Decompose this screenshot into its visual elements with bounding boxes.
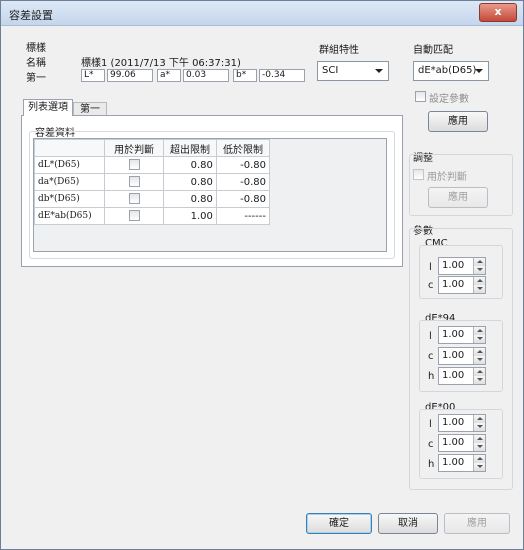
group-characteristic-value: SCI <box>322 65 339 76</box>
de94-c-spinner[interactable]: 1.00 <box>438 347 486 365</box>
cmc-l-label: l <box>429 262 432 273</box>
de00-h-value: 1.00 <box>442 457 465 468</box>
de00-c-spinner[interactable]: 1.00 <box>438 434 486 452</box>
tolerance-settings-dialog: 容差設置 x 標樣 名稱 標樣1 (2011/7/13 下午 06:37:31)… <box>0 0 524 550</box>
row-name: dL*(D65) <box>33 156 106 174</box>
set-params-label: 設定參數 <box>429 94 469 105</box>
lower-limit-cell[interactable]: -0.80 <box>215 156 271 174</box>
de00-h-label: h <box>428 459 435 470</box>
cmc-l-spinner[interactable]: 1.00 <box>438 257 486 275</box>
use-for-judge-checkbox[interactable] <box>128 193 140 204</box>
tolerance-table: 用於判斷 超出限制 低於限制 dL*(D65) 0.80 -0.80 da*(D… <box>33 139 271 225</box>
de94-c-value: 1.00 <box>442 350 465 361</box>
de94-l-spinner[interactable]: 1.00 <box>438 326 486 344</box>
de94-h-label: h <box>428 371 435 382</box>
cmc-c-value: 1.00 <box>442 279 465 290</box>
de00-l-value: 1.00 <box>442 417 465 428</box>
column-header-use-for-judge: 用於判斷 <box>104 139 165 157</box>
de94-l-label: l <box>429 331 432 342</box>
table-row[interactable]: dE*ab(D65) 1.00 ------ <box>33 207 271 225</box>
a-prefix: a* <box>157 69 181 82</box>
spin-down-icon[interactable] <box>473 285 485 293</box>
table-row[interactable]: da*(D65) 0.80 -0.80 <box>33 173 271 191</box>
spin-down-icon[interactable] <box>473 463 485 471</box>
cmc-c-spinner[interactable]: 1.00 <box>438 276 486 294</box>
use-for-judge-cell[interactable] <box>104 190 165 208</box>
row-name: da*(D65) <box>33 173 106 191</box>
use-for-judge-checkbox[interactable] <box>128 210 140 221</box>
group-characteristic-select[interactable]: SCI <box>317 61 389 81</box>
tab-first[interactable]: 第一 <box>73 102 107 116</box>
use-for-judge-cell[interactable] <box>104 173 165 191</box>
de94-h-value: 1.00 <box>442 370 465 381</box>
de00-l-label: l <box>429 419 432 430</box>
de00-c-value: 1.00 <box>442 437 465 448</box>
table-header-row: 用於判斷 超出限制 低於限制 <box>33 139 271 157</box>
l-value-field: 99.06 <box>107 69 153 82</box>
spin-down-icon[interactable] <box>473 266 485 274</box>
use-for-judge-checkbox[interactable] <box>413 169 424 180</box>
de94-l-value: 1.00 <box>442 329 465 340</box>
tab-list-options[interactable]: 列表選項 <box>23 99 73 116</box>
upper-limit-cell[interactable]: 0.80 <box>163 156 217 174</box>
title-bar[interactable]: 容差設置 x <box>1 1 523 26</box>
chevron-down-icon <box>475 69 483 73</box>
column-header-name <box>33 139 106 157</box>
group-characteristic-label: 群組特性 <box>319 45 359 56</box>
table-row[interactable]: dL*(D65) 0.80 -0.80 <box>33 156 271 174</box>
b-value-field: -0.34 <box>259 69 305 82</box>
ok-button[interactable]: 確定 <box>306 513 372 534</box>
name-label: 名稱 <box>26 58 46 69</box>
lower-limit-cell[interactable]: -0.80 <box>215 190 271 208</box>
set-params-checkbox[interactable] <box>415 91 426 102</box>
use-for-judge-checkbox[interactable] <box>128 159 140 170</box>
auto-match-value: dE*ab(D65) <box>418 65 477 76</box>
use-for-judge-cell[interactable] <box>104 207 165 225</box>
standard-name-value: 標樣1 (2011/7/13 下午 06:37:31) <box>81 58 241 69</box>
upper-limit-cell[interactable]: 1.00 <box>163 207 217 225</box>
column-header-lower-limit: 低於限制 <box>215 139 271 157</box>
cmc-l-value: 1.00 <box>442 260 465 271</box>
row-name: db*(D65) <box>33 190 106 208</box>
de94-c-label: c <box>428 351 434 362</box>
b-prefix: b* <box>233 69 257 82</box>
spin-down-icon[interactable] <box>473 423 485 431</box>
auto-match-label: 自動匹配 <box>413 45 453 56</box>
upper-limit-cell[interactable]: 0.80 <box>163 190 217 208</box>
use-for-judge-label: 用於判斷 <box>427 172 467 183</box>
de00-c-label: c <box>428 439 434 450</box>
l-prefix: L* <box>81 69 105 82</box>
de00-h-spinner[interactable]: 1.00 <box>438 454 486 472</box>
spin-down-icon[interactable] <box>473 443 485 451</box>
a-value-field: 0.03 <box>183 69 229 82</box>
de00-l-spinner[interactable]: 1.00 <box>438 414 486 432</box>
chevron-down-icon <box>375 69 383 73</box>
lower-limit-cell[interactable]: ------ <box>215 207 271 225</box>
apply-button[interactable]: 應用 <box>444 513 510 534</box>
tab-first-label: 第一 <box>80 104 100 115</box>
spin-down-icon[interactable] <box>473 376 485 384</box>
table-row[interactable]: db*(D65) 0.80 -0.80 <box>33 190 271 208</box>
cmc-c-label: c <box>428 280 434 291</box>
upper-limit-cell[interactable]: 0.80 <box>163 173 217 191</box>
spin-down-icon[interactable] <box>473 356 485 364</box>
column-header-upper-limit: 超出限制 <box>163 139 217 157</box>
use-for-judge-cell[interactable] <box>104 156 165 174</box>
de94-h-spinner[interactable]: 1.00 <box>438 367 486 385</box>
adjust-apply-button[interactable]: 應用 <box>428 187 488 208</box>
auto-match-select[interactable]: dE*ab(D65) <box>413 61 489 81</box>
cancel-button[interactable]: 取消 <box>378 513 438 534</box>
first-label: 第一 <box>26 73 46 84</box>
use-for-judge-checkbox[interactable] <box>128 176 140 187</box>
standard-group-label: 標樣 <box>26 43 46 54</box>
spin-down-icon[interactable] <box>473 335 485 343</box>
window-title: 容差設置 <box>9 9 53 22</box>
tab-list-options-label: 列表選項 <box>28 102 68 113</box>
auto-match-apply-button[interactable]: 應用 <box>428 111 488 132</box>
close-button[interactable]: x <box>479 3 517 22</box>
lower-limit-cell[interactable]: -0.80 <box>215 173 271 191</box>
row-name: dE*ab(D65) <box>33 207 106 225</box>
